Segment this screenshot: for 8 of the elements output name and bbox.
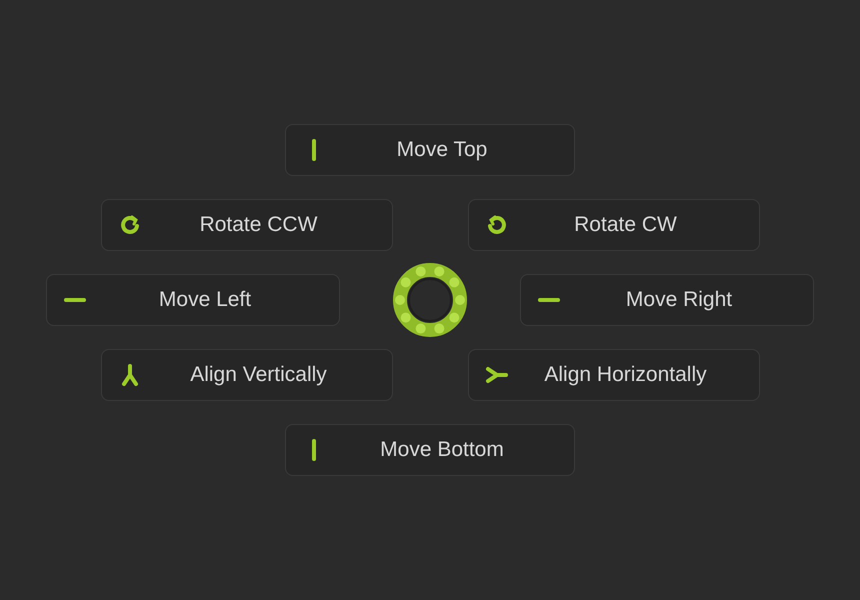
action-button[interactable]: Move Top (285, 124, 575, 176)
action-button[interactable]: Rotate CW (468, 199, 760, 251)
action-button[interactable]: Align Horizontally (468, 349, 760, 401)
action-button[interactable]: Rotate CCW (100, 199, 392, 251)
action-button[interactable]: Move Left (46, 274, 340, 326)
action-button[interactable]: Move Bottom (285, 424, 575, 476)
action-button[interactable]: Align Vertically (100, 349, 392, 401)
action-button[interactable]: Move Right (520, 274, 814, 326)
